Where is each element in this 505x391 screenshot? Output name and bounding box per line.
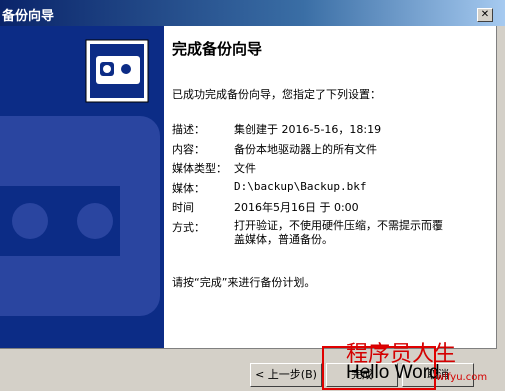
close-button[interactable]: ✕ xyxy=(477,8,493,22)
watermark-url: wlfyu.com xyxy=(436,372,488,383)
setting-key-time: 时间 xyxy=(172,201,194,214)
setting-value-media-type: 文件 xyxy=(234,162,256,175)
footer-note: 请按“完成”来进行备份计划。 xyxy=(172,276,316,289)
back-button[interactable]: < 上一步(B) xyxy=(250,363,322,387)
wizard-side-panel xyxy=(0,26,164,348)
setting-value-description: 集创建于 2016-5-16，18:19 xyxy=(234,123,382,136)
setting-key-description: 描述： xyxy=(172,123,205,136)
title-bar: 备份向导 ✕ xyxy=(0,0,505,26)
setting-key-media-type: 媒体类型： xyxy=(172,162,227,175)
window-title: 备份向导 xyxy=(2,9,55,24)
setting-key-method: 方式： xyxy=(172,221,205,234)
wizard-content: 完成备份向导 已成功完成备份向导，您指定了下列设置： 描述： 集创建于 2016… xyxy=(164,26,496,348)
window-right-border xyxy=(496,26,505,390)
watermark-text: Hello Word xyxy=(346,362,440,383)
setting-value-method: 打开验证，不使用硬件压缩，不需提示而覆盖媒体，普通备份。 xyxy=(234,219,443,246)
setting-value-media: D:\backup\Backup.bkf xyxy=(234,180,367,193)
setting-value-time: 2016年5月16日 于 0:00 xyxy=(234,201,359,214)
intro-text: 已成功完成备份向导，您指定了下列设置： xyxy=(172,88,381,101)
setting-key-media: 媒体： xyxy=(172,182,205,195)
page-title: 完成备份向导 xyxy=(172,40,263,58)
setting-value-content: 备份本地驱动器上的所有文件 xyxy=(234,143,377,156)
backup-tape-icon xyxy=(0,26,164,348)
setting-key-content: 内容： xyxy=(172,143,205,156)
